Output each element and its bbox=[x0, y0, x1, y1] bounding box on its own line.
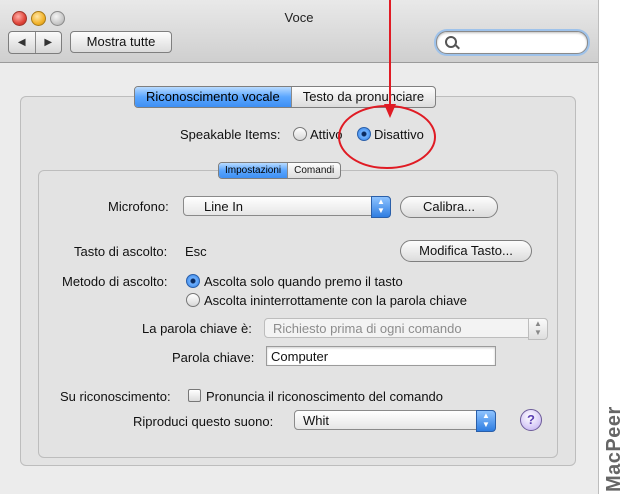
keyword-label: Parola chiave: bbox=[172, 350, 255, 365]
method-push-to-talk-radio[interactable] bbox=[186, 274, 200, 288]
keyword-input[interactable]: Computer bbox=[266, 346, 496, 366]
on-recognition-label: Su riconoscimento: bbox=[60, 389, 171, 404]
watermark-text: MacPeer bbox=[603, 406, 624, 492]
change-key-button[interactable]: Modifica Tasto... bbox=[400, 240, 532, 262]
keyword-is-popup[interactable]: Richiesto prima di ogni comando ▲ ▼ bbox=[264, 318, 548, 340]
calibrate-button[interactable]: Calibra... bbox=[400, 196, 498, 218]
sub-tabs: Impostazioni Comandi bbox=[218, 162, 342, 179]
tab-settings[interactable]: Impostazioni bbox=[219, 163, 289, 178]
listening-key-value: Esc bbox=[185, 244, 207, 259]
search-field[interactable] bbox=[436, 31, 588, 54]
speakable-off-radio[interactable] bbox=[357, 127, 371, 141]
popup-arrows-icon: ▲ ▼ bbox=[476, 410, 496, 432]
back-arrow-icon[interactable]: ◀ bbox=[9, 32, 35, 53]
tab-speech-recognition[interactable]: Riconoscimento vocale bbox=[135, 87, 292, 107]
main-tabs: Riconoscimento vocale Testo da pronuncia… bbox=[134, 86, 437, 108]
window-title: Voce bbox=[284, 10, 314, 25]
title-bar: Voce ◀ ▶ Mostra tutte bbox=[0, 0, 598, 63]
show-all-button[interactable]: Mostra tutte bbox=[70, 31, 172, 53]
keyword-is-label: La parola chiave è: bbox=[142, 321, 252, 336]
speakable-on-label: Attivo bbox=[310, 127, 343, 142]
speak-command-checkbox[interactable] bbox=[188, 389, 201, 402]
preferences-window: Voce ◀ ▶ Mostra tutte Riconoscimento voc… bbox=[0, 0, 599, 494]
search-icon bbox=[445, 36, 457, 48]
speakable-off-label: Disattivo bbox=[374, 127, 424, 142]
speakable-items-label: Speakable Items: bbox=[180, 127, 281, 142]
method-continuous-radio[interactable] bbox=[186, 293, 200, 307]
listening-key-label: Tasto di ascolto: bbox=[74, 244, 168, 259]
microphone-popup[interactable]: Line In ▲ ▼ bbox=[183, 196, 391, 218]
microphone-label: Microfono: bbox=[108, 199, 169, 214]
sound-popup[interactable]: Whit ▲ ▼ bbox=[294, 410, 496, 432]
method-continuous-label: Ascolta ininterrottamente con la parola … bbox=[204, 293, 468, 308]
popup-arrows-icon: ▲ ▼ bbox=[528, 318, 548, 340]
method-push-to-talk-label: Ascolta solo quando premo il tasto bbox=[204, 274, 403, 289]
tab-text-to-speech[interactable]: Testo da pronunciare bbox=[292, 87, 435, 107]
keyword-is-value: Richiesto prima di ogni comando bbox=[273, 321, 462, 336]
play-sound-label: Riproduci questo suono: bbox=[133, 414, 274, 429]
help-button[interactable]: ? bbox=[520, 409, 542, 431]
microphone-value: Line In bbox=[204, 199, 244, 214]
speak-command-label: Pronuncia il riconoscimento del comando bbox=[206, 389, 444, 404]
tab-commands[interactable]: Comandi bbox=[288, 163, 340, 178]
back-forward-control: ◀ ▶ bbox=[8, 31, 62, 54]
popup-arrows-icon: ▲ ▼ bbox=[371, 196, 391, 218]
speakable-on-radio[interactable] bbox=[293, 127, 307, 141]
forward-arrow-icon[interactable]: ▶ bbox=[36, 32, 62, 53]
sound-value: Whit bbox=[303, 413, 329, 428]
listening-method-label: Metodo di ascolto: bbox=[62, 274, 168, 289]
